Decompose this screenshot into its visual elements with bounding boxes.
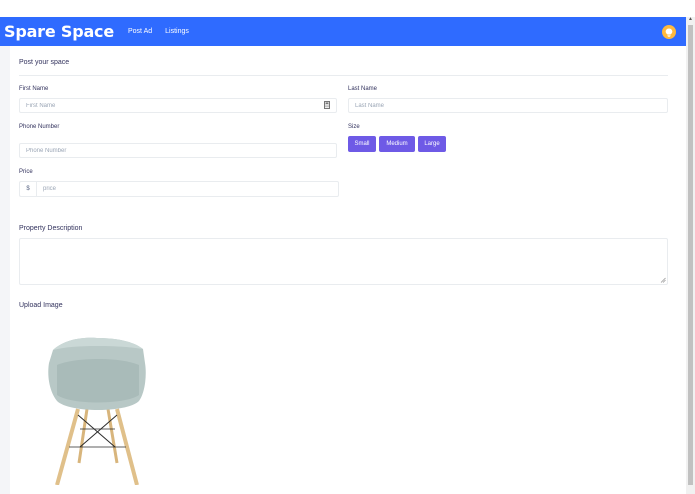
size-label: Size: [348, 124, 360, 130]
description-label: Property Description: [19, 225, 83, 232]
divider: [19, 75, 668, 76]
scrollbar-thumb[interactable]: [688, 25, 693, 485]
left-gutter: [0, 46, 10, 494]
form-title: Post your space: [19, 59, 70, 66]
lightbulb-icon[interactable]: [662, 25, 676, 39]
last-name-label: Last Name: [348, 86, 378, 92]
scroll-up-arrow-icon[interactable]: ▲: [687, 16, 694, 23]
top-strip: [0, 0, 686, 17]
size-medium-button[interactable]: Medium: [379, 136, 415, 152]
description-textarea[interactable]: [19, 238, 668, 285]
navbar: Spare Space Post Ad Listings: [0, 17, 686, 46]
calculator-icon[interactable]: [324, 101, 330, 109]
first-name-label: First Name: [19, 86, 49, 92]
brand-logo[interactable]: Spare Space: [4, 22, 114, 41]
nav-link-listings[interactable]: Listings: [165, 28, 189, 35]
phone-input[interactable]: [19, 143, 337, 158]
price-input[interactable]: [36, 181, 339, 197]
nav-link-post-ad[interactable]: Post Ad: [128, 28, 152, 35]
currency-prefix: $: [19, 181, 36, 197]
price-label: Price: [19, 169, 33, 175]
last-name-input[interactable]: [348, 98, 668, 113]
first-name-input[interactable]: [19, 98, 337, 113]
upload-image-label: Upload Image: [19, 302, 63, 309]
size-large-button[interactable]: Large: [418, 136, 446, 152]
chair-image[interactable]: [35, 335, 160, 485]
phone-label: Phone Number: [19, 124, 60, 130]
resize-grip-icon[interactable]: [660, 277, 666, 283]
size-small-button[interactable]: Small: [348, 136, 376, 152]
